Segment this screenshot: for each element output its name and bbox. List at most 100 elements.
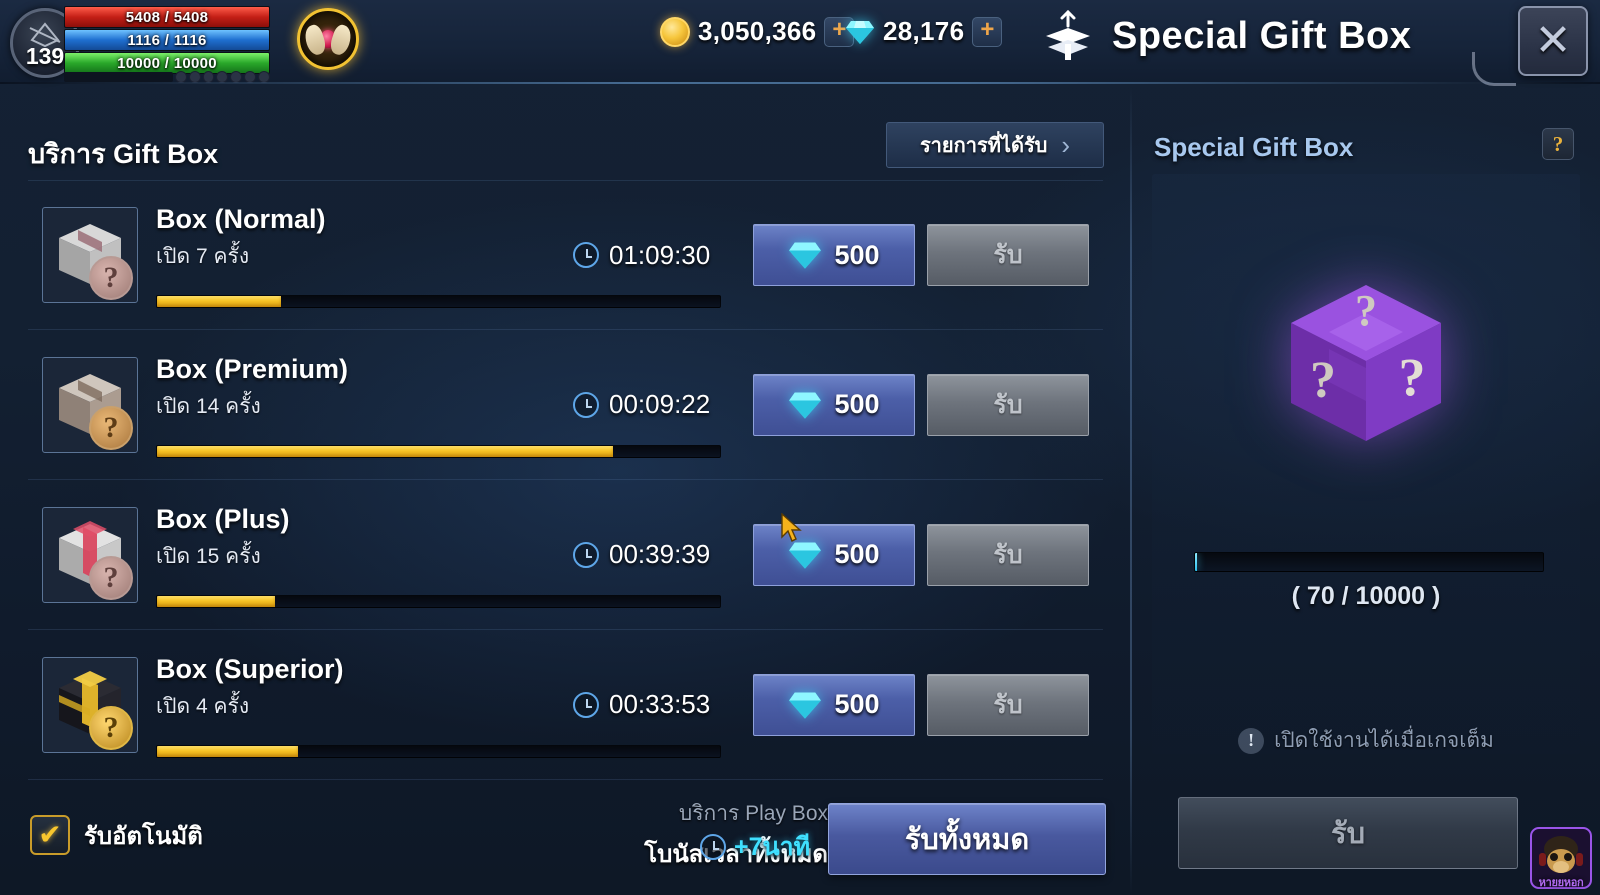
page-title: Special Gift Box	[1112, 14, 1412, 57]
add-gem-button[interactable]: +	[972, 16, 1003, 47]
hp-bar: 5408 / 5408	[64, 6, 270, 28]
table-row[interactable]: ? Box (Plus) เปิด 15 ครั้ง 00:39:39 500 …	[28, 480, 1103, 630]
box-progress-bar	[156, 444, 721, 458]
section-title: บริการ Gift Box	[28, 139, 219, 169]
skill-slot[interactable]	[202, 71, 215, 83]
box-name: Box (Superior)	[156, 653, 344, 684]
special-gift-box-claim-label: รับ	[1331, 818, 1365, 850]
special-gift-box-claim-button[interactable]: รับ	[1178, 797, 1518, 869]
box-info: Box (Premium) เปิด 14 ครั้ง	[156, 350, 721, 460]
svg-text:?: ?	[1399, 347, 1426, 407]
gem-value: 28,176	[883, 16, 965, 46]
claim-button[interactable]: รับ	[927, 224, 1089, 286]
box-timer: 00:39:39	[573, 539, 753, 570]
question-mark-icon: ?	[89, 256, 133, 300]
gem-price: 500	[834, 389, 880, 419]
clock-icon	[573, 242, 599, 268]
clock-icon	[573, 691, 599, 718]
buy-with-gems-button[interactable]: 500	[753, 373, 915, 436]
mp-bar: 1116 / 1116	[64, 29, 270, 51]
special-gift-box-note-text: เปิดใช้งานได้เมื่อเกจเต็ม	[1274, 729, 1494, 752]
special-gift-box-title: Special Gift Box	[1154, 132, 1354, 162]
auto-claim-toggle[interactable]: ✔ รับอัตโนมัติ	[30, 815, 203, 855]
table-row[interactable]: ? Box (Premium) เปิด 14 ครั้ง 00:09:22 5…	[28, 330, 1103, 480]
gem-icon	[789, 392, 822, 419]
box-timer-value: 00:39:39	[609, 539, 711, 569]
claim-label: รับ	[993, 690, 1023, 719]
bonus-service-label: บริการ Play Box	[678, 802, 828, 825]
special-gift-box-note: ! เปิดใช้งานได้เมื่อเกจเต็ม	[1152, 724, 1580, 757]
mystery-cube-icon: ? ? ?	[1291, 285, 1441, 441]
box-open-count: เปิด 7 ครั้ง	[156, 245, 250, 268]
special-gift-box-stage: ? ? ? ( 70 / 10000 ) ! เปิดใช้งานได้เมื่…	[1152, 174, 1580, 754]
gift-box-rows: ? Box (Normal) เปิด 7 ครั้ง 01:09:30 500…	[28, 180, 1103, 780]
special-gift-box-screen: 139 5408 / 5408 1116 / 1116 10000 / 1000…	[0, 0, 1600, 895]
table-row[interactable]: ? Box (Superior) เปิด 4 ครั้ง 00:33:53 5…	[28, 630, 1103, 780]
top-hud-bar: 139 5408 / 5408 1116 / 1116 10000 / 1000…	[0, 0, 1600, 86]
received-items-button[interactable]: รายการที่ได้รับ ›	[886, 122, 1104, 168]
claim-label: รับ	[993, 390, 1023, 419]
skill-slot[interactable]	[244, 71, 257, 83]
buy-with-gems-button[interactable]: 500	[753, 523, 915, 586]
box-name: Box (Plus)	[156, 503, 290, 534]
gold-currency[interactable]: 3,050,366 +	[660, 16, 855, 47]
box-open-count: เปิด 15 ครั้ง	[156, 544, 261, 568]
player-stat-bars: 5408 / 5408 1116 / 1116 10000 / 10000	[64, 6, 270, 75]
question-mark-icon: ?	[89, 555, 133, 600]
skill-slot[interactable]	[174, 71, 187, 83]
table-row[interactable]: ? Box (Normal) เปิด 7 ครั้ง 01:09:30 500…	[28, 180, 1103, 330]
question-mark-icon: ?	[89, 705, 133, 750]
gem-price: 500	[834, 689, 880, 719]
help-button[interactable]: ?	[1542, 128, 1574, 160]
skill-slot[interactable]	[216, 71, 229, 83]
check-icon: ✔	[38, 819, 62, 850]
claim-label: รับ	[993, 540, 1023, 569]
claim-button[interactable]: รับ	[927, 373, 1089, 436]
bonus-time-value: +7นาที	[734, 833, 811, 861]
buy-with-gems-button[interactable]: 500	[753, 224, 915, 286]
skill-slot[interactable]	[230, 71, 243, 83]
close-button[interactable]: ✕	[1518, 6, 1588, 76]
gem-currency[interactable]: 28,176 +	[845, 16, 1003, 47]
claim-all-button[interactable]: รับทั้งหมด	[828, 803, 1106, 875]
question-mark-icon: ?	[89, 405, 133, 450]
box-progress-bar	[156, 744, 721, 758]
buy-with-gems-button[interactable]: 500	[753, 673, 915, 736]
coin-icon	[660, 16, 690, 47]
box-thumbnail-normal: ?	[42, 207, 138, 303]
gem-icon	[846, 20, 874, 44]
box-thumbnail-superior: ?	[42, 656, 138, 753]
window-title-group: Special Gift Box	[1040, 8, 1411, 64]
skill-slot-row[interactable]	[64, 70, 271, 84]
claim-button[interactable]: รับ	[927, 523, 1089, 586]
gift-box-icon	[1046, 9, 1090, 60]
guild-emblem-icon[interactable]	[297, 8, 359, 70]
skill-slot[interactable]	[188, 71, 201, 83]
auto-claim-checkbox[interactable]: ✔	[30, 815, 70, 855]
box-open-count: เปิด 14 ครั้ง	[156, 394, 261, 418]
special-gift-box-gauge	[1194, 552, 1544, 572]
gold-value: 3,050,366	[698, 16, 817, 46]
box-progress-fill	[157, 745, 298, 757]
clock-icon	[573, 541, 599, 568]
svg-text:?: ?	[1355, 286, 1377, 335]
close-icon: ✕	[1534, 16, 1572, 65]
list-footer-bar: ✔ รับอัตโนมัติ บริการ Play Box โบนัสเวลา…	[28, 791, 1106, 887]
watermark-text: หายยหอก	[1538, 877, 1584, 889]
hp-value: 5408 / 5408	[125, 8, 209, 26]
box-timer: 00:09:22	[573, 389, 753, 420]
box-progress-fill	[157, 296, 281, 307]
player-status-badge[interactable]: 139 5408 / 5408 1116 / 1116 10000 / 1000…	[10, 4, 271, 83]
box-info: Box (Normal) เปิด 7 ครั้ง	[156, 200, 721, 310]
box-timer-value: 00:09:22	[609, 389, 711, 419]
title-hook-decoration	[1472, 52, 1516, 86]
box-progress-bar	[156, 594, 721, 608]
svg-text:?: ?	[1310, 352, 1336, 409]
box-thumbnail-premium: ?	[42, 356, 138, 453]
skill-slot[interactable]	[258, 71, 271, 83]
box-progress-fill	[157, 445, 614, 457]
received-items-label: รายการที่ได้รับ	[919, 135, 1048, 157]
xp-value: 10000 / 10000	[117, 54, 217, 72]
claim-button[interactable]: รับ	[927, 673, 1089, 736]
box-timer-value: 00:33:53	[609, 689, 711, 719]
